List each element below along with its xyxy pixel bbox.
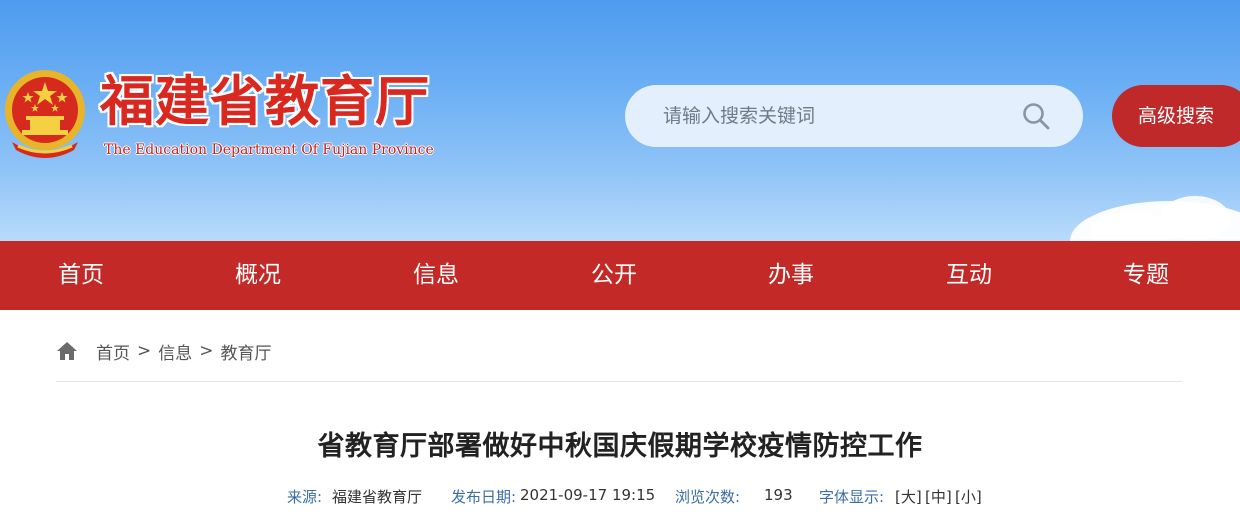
nav-item-information[interactable]: 信息	[413, 241, 459, 310]
home-icon[interactable]	[56, 340, 78, 362]
breadcrumb-information[interactable]: 信息	[158, 339, 192, 364]
font-size-large[interactable]: [大]	[895, 486, 922, 507]
nav-item-overview[interactable]: 概况	[235, 241, 281, 310]
font-size-medium[interactable]: [中]	[925, 486, 952, 507]
views-label: 浏览次数:	[675, 488, 741, 506]
site-name-english: The Education Department Of Fujian Provi…	[104, 142, 434, 158]
font-size-small[interactable]: [小]	[955, 486, 982, 507]
nav-item-services[interactable]: 办事	[768, 241, 814, 310]
divider	[56, 381, 1182, 382]
breadcrumb-department[interactable]: 教育厅	[221, 339, 272, 364]
search-box	[625, 85, 1083, 147]
article-title: 省教育厅部署做好中秋国庆假期学校疫情防控工作	[317, 431, 923, 462]
national-emblem-icon[interactable]	[2, 66, 88, 164]
views-value: 193	[764, 486, 793, 504]
font-size-label: 字体显示:	[819, 488, 885, 506]
breadcrumb-home[interactable]: 首页	[96, 339, 130, 364]
header-banner: 福建省教育厅 The Education Department Of Fujia…	[0, 0, 1240, 241]
nav-item-topics[interactable]: 专题	[1123, 241, 1169, 310]
nav-item-home[interactable]: 首页	[58, 241, 104, 310]
nav-item-public[interactable]: 公开	[591, 241, 637, 310]
breadcrumb: 首页 > 信息 > 教育厅	[56, 338, 272, 364]
source-label: 来源:	[287, 488, 323, 506]
search-input[interactable]	[663, 99, 1003, 133]
main-nav: 首页 概况 信息 公开 办事 互动 专题	[0, 241, 1240, 310]
advanced-search-button[interactable]: 高级搜索	[1112, 85, 1240, 147]
search-icon[interactable]	[1021, 101, 1051, 131]
date-label: 发布日期:	[451, 488, 517, 506]
nav-item-interaction[interactable]: 互动	[946, 241, 992, 310]
breadcrumb-separator: >	[137, 341, 152, 361]
source-value: 福建省教育厅	[332, 488, 423, 506]
date-value: 2021-09-17 19:15	[520, 486, 656, 504]
cloud-decoration	[1160, 196, 1230, 241]
breadcrumb-separator: >	[199, 341, 214, 361]
site-name[interactable]: 福建省教育厅	[100, 70, 430, 132]
